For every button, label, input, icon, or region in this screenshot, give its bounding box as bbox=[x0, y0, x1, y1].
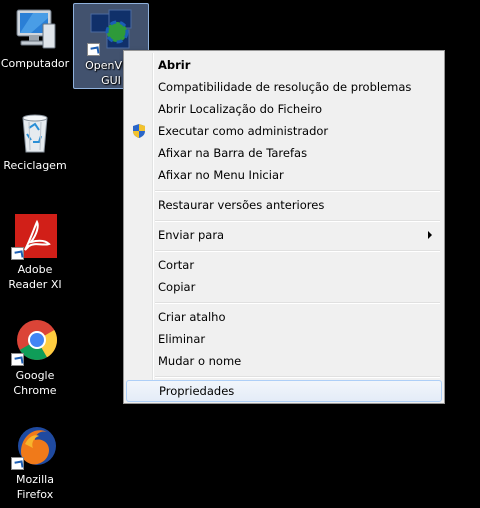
menu-item-open[interactable]: Abrir bbox=[126, 54, 442, 76]
computer-icon bbox=[11, 6, 59, 54]
menu-item-open-file-location[interactable]: Abrir Localização do Ficheiro bbox=[126, 98, 442, 120]
shortcut-arrow-icon bbox=[87, 43, 100, 56]
menu-item-label: Eliminar bbox=[158, 332, 206, 346]
menu-item-label: Restaurar versões anteriores bbox=[158, 198, 325, 212]
desktop-icon-google-chrome[interactable]: Google Chrome bbox=[0, 318, 72, 398]
shortcut-arrow-icon bbox=[11, 247, 24, 260]
menu-item-label: Propriedades bbox=[159, 384, 235, 398]
desktop-icon-label: Adobe Reader XI bbox=[8, 263, 62, 291]
firefox-icon bbox=[11, 422, 59, 470]
adobe-reader-icon bbox=[11, 212, 59, 260]
desktop-icon-computer[interactable]: Computador bbox=[0, 6, 72, 71]
uac-shield-icon bbox=[131, 123, 147, 139]
shortcut-arrow-icon bbox=[11, 353, 24, 366]
menu-separator bbox=[155, 376, 440, 378]
menu-item-label: Mudar o nome bbox=[158, 354, 242, 368]
menu-item-cut[interactable]: Cortar bbox=[126, 254, 442, 276]
menu-item-label: Copiar bbox=[158, 280, 196, 294]
menu-item-create-shortcut[interactable]: Criar atalho bbox=[126, 306, 442, 328]
desktop-icon-mozilla-firefox[interactable]: Mozilla Firefox bbox=[0, 422, 72, 502]
menu-item-label: Afixar no Menu Iniciar bbox=[158, 168, 284, 182]
desktop-icon-label: Computador bbox=[0, 57, 70, 70]
desktop-icon-adobe-reader[interactable]: Adobe Reader XI bbox=[0, 212, 72, 292]
openvpn-icon bbox=[87, 8, 135, 56]
menu-separator bbox=[155, 302, 440, 304]
submenu-arrow-icon bbox=[428, 231, 432, 239]
context-menu: Abrir Compatibilidade de resolução de pr… bbox=[123, 50, 445, 404]
menu-item-troubleshoot-compatibility[interactable]: Compatibilidade de resolução de problema… bbox=[126, 76, 442, 98]
menu-item-pin-to-taskbar[interactable]: Afixar na Barra de Tarefas bbox=[126, 142, 442, 164]
menu-item-copy[interactable]: Copiar bbox=[126, 276, 442, 298]
menu-item-label: Abrir Localização do Ficheiro bbox=[158, 102, 322, 116]
menu-item-label: Executar como administrador bbox=[158, 124, 329, 138]
desktop-icon-label: Reciclagem bbox=[3, 159, 67, 172]
menu-item-rename[interactable]: Mudar o nome bbox=[126, 350, 442, 372]
menu-item-label: Abrir bbox=[158, 58, 191, 72]
desktop-icon-recycle-bin[interactable]: Reciclagem bbox=[0, 108, 72, 173]
desktop-icon-label: Google Chrome bbox=[13, 369, 57, 397]
menu-item-run-as-administrator[interactable]: Executar como administrador bbox=[126, 120, 442, 142]
menu-item-label: Criar atalho bbox=[158, 310, 226, 324]
menu-item-delete[interactable]: Eliminar bbox=[126, 328, 442, 350]
menu-item-label: Afixar na Barra de Tarefas bbox=[158, 146, 308, 160]
chrome-icon bbox=[11, 318, 59, 366]
shortcut-arrow-icon bbox=[11, 457, 24, 470]
menu-item-label: Cortar bbox=[158, 258, 195, 272]
menu-separator bbox=[155, 250, 440, 252]
menu-item-pin-to-start-menu[interactable]: Afixar no Menu Iniciar bbox=[126, 164, 442, 186]
menu-item-restore-previous-versions[interactable]: Restaurar versões anteriores bbox=[126, 194, 442, 216]
desktop-icon-label: Mozilla Firefox bbox=[16, 473, 54, 501]
recycle-bin-icon bbox=[11, 108, 59, 156]
menu-separator bbox=[155, 220, 440, 222]
menu-item-label: Enviar para bbox=[158, 228, 225, 242]
menu-item-label: Compatibilidade de resolução de problema… bbox=[158, 80, 412, 94]
menu-item-properties[interactable]: Propriedades bbox=[126, 380, 442, 402]
menu-separator bbox=[155, 190, 440, 192]
menu-item-send-to[interactable]: Enviar para bbox=[126, 224, 442, 246]
